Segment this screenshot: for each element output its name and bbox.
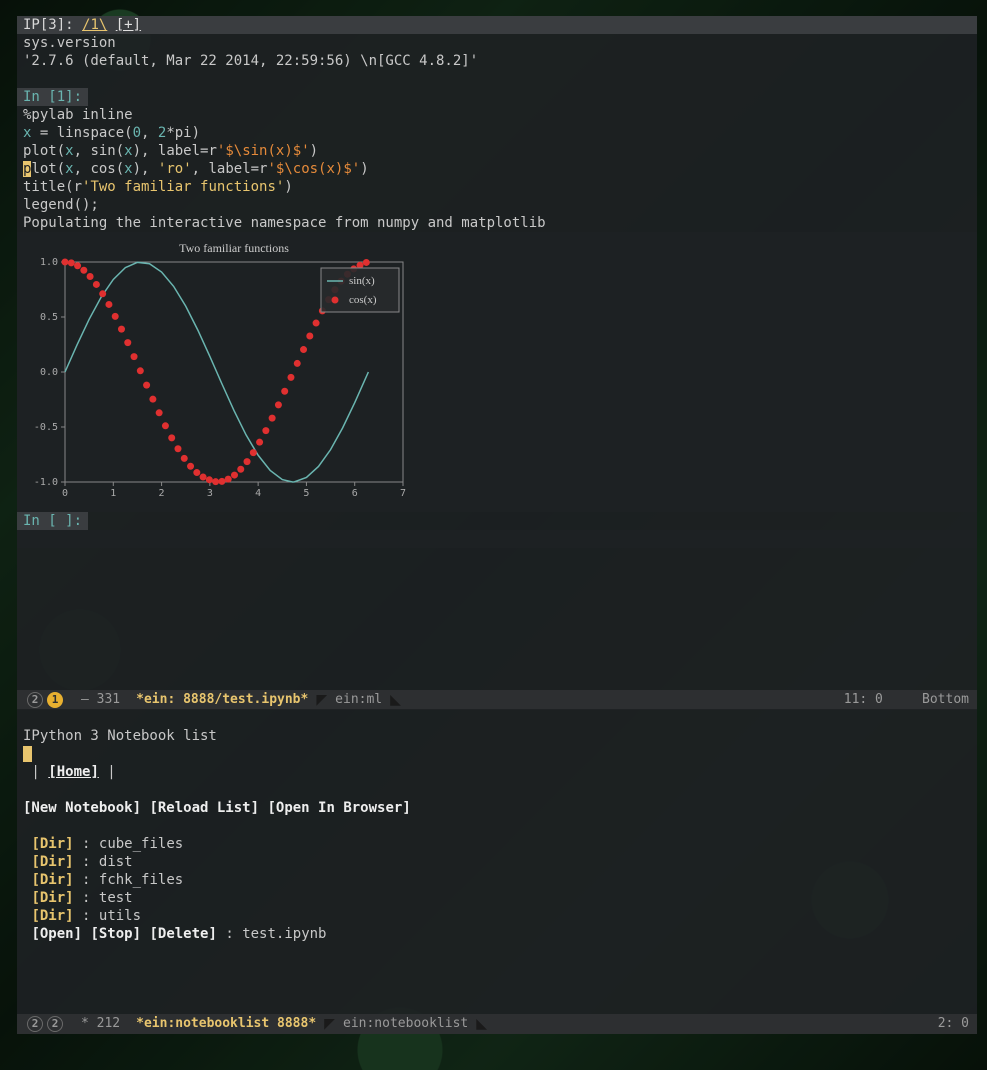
cell-empty-body[interactable] <box>17 530 977 548</box>
svg-text:-1.0: -1.0 <box>34 477 58 488</box>
modeline-top: 21 — 331 *ein: 8888/test.ipynb* ◤ ein:ml… <box>17 690 977 710</box>
file-name[interactable]: test.ipynb <box>242 926 326 942</box>
cursor-pos-bot: 2: 0 <box>938 1016 969 1031</box>
chart-output: Two familiar functions 0 1 2 3 4 5 6 7 -1.0 -0.5 0.… <box>17 232 977 512</box>
svg-text:cos(x): cos(x) <box>349 294 377 306</box>
home-link[interactable]: [Home] <box>48 764 99 780</box>
badge-ws-2[interactable]: 2 <box>27 692 43 708</box>
dir-tag[interactable]: [Dir] <box>31 872 73 888</box>
dir-tag[interactable]: [Dir] <box>31 836 73 852</box>
modeline-modified-bot: * 212 <box>73 1015 128 1033</box>
delete-action[interactable]: [Delete] <box>149 926 216 942</box>
cell-empty-prompt: In [ ]: <box>17 512 88 530</box>
cell-1-prompt: In [1]: <box>17 88 88 106</box>
svg-text:1: 1 <box>110 488 116 499</box>
new-notebook-button[interactable]: [New Notebook] <box>23 800 141 816</box>
emacs-top-pane[interactable]: IP[3]: /1\ [+] sys.version '2.7.6 (defau… <box>17 16 977 690</box>
svg-text:1.0: 1.0 <box>40 257 58 268</box>
svg-text:4: 4 <box>255 488 261 499</box>
buffer-name-top[interactable]: *ein: 8888/test.ipynb* <box>128 691 316 709</box>
open-action[interactable]: [Open] <box>31 926 82 942</box>
ip-header-line: IP[3]: /1\ [+] <box>17 16 977 34</box>
chart-svg: Two familiar functions 0 1 2 3 4 5 6 7 -1.0 -0.5 0.… <box>23 238 418 506</box>
ip-label: IP[3]: <box>23 17 74 33</box>
svg-text:2: 2 <box>159 488 165 499</box>
svg-text:0.5: 0.5 <box>40 312 58 323</box>
badge-ws-2c[interactable]: 2 <box>47 1016 63 1032</box>
svg-text:Two familiar functions: Two familiar functions <box>179 241 289 255</box>
dir-tag[interactable]: [Dir] <box>31 890 73 906</box>
svg-text:3: 3 <box>207 488 213 499</box>
dir-name[interactable]: cube_files <box>99 836 183 852</box>
reload-list-button[interactable]: [Reload List] <box>149 800 259 816</box>
svg-text:0.0: 0.0 <box>40 367 58 378</box>
stop-action[interactable]: [Stop] <box>90 926 141 942</box>
dir-tag[interactable]: [Dir] <box>31 854 73 870</box>
badge-ws-1[interactable]: 1 <box>47 692 63 708</box>
svg-text:5: 5 <box>303 488 309 499</box>
workspace-indicator[interactable]: /1\ <box>82 17 107 33</box>
dir-name[interactable]: fchk_files <box>99 872 183 888</box>
major-mode-bot: ein:notebooklist <box>335 1015 476 1033</box>
modeline-modified: — 331 <box>73 691 128 709</box>
cursor-bottom <box>23 746 32 762</box>
notebook-list-title: IPython 3 Notebook list <box>23 728 217 744</box>
cursor-pos-top: 11: 0 <box>844 692 883 707</box>
badge-ws-2b[interactable]: 2 <box>27 1016 43 1032</box>
emacs-bottom-pane[interactable]: IPython 3 Notebook list | [Home] | [New … <box>17 709 977 1014</box>
svg-text:-0.5: -0.5 <box>34 422 58 433</box>
open-in-browser-button[interactable]: [Open In Browser] <box>267 800 410 816</box>
svg-text:6: 6 <box>352 488 358 499</box>
cell-1-output-text: Populating the interactive namespace fro… <box>17 214 977 232</box>
modeline-bottom: 22 * 212 *ein:notebooklist 8888* ◤ ein:n… <box>17 1014 977 1034</box>
dir-tag[interactable]: [Dir] <box>31 908 73 924</box>
scroll-pos-top: Bottom <box>922 692 969 707</box>
cell-1-code[interactable]: %pylab inline x = linspace(0, 2*pi) plot… <box>17 106 977 214</box>
svg-text:sin(x): sin(x) <box>349 275 375 287</box>
buffer-name-bot[interactable]: *ein:notebooklist 8888* <box>128 1015 324 1033</box>
dir-name[interactable]: test <box>99 890 133 906</box>
major-mode-top: ein:ml <box>327 691 390 709</box>
new-tab-button[interactable]: [+] <box>116 17 141 33</box>
svg-text:7: 7 <box>400 488 406 499</box>
dir-name[interactable]: utils <box>99 908 141 924</box>
output-sys-version: sys.version '2.7.6 (default, Mar 22 2014… <box>17 34 977 70</box>
svg-text:0: 0 <box>62 488 68 499</box>
dir-name[interactable]: dist <box>99 854 133 870</box>
